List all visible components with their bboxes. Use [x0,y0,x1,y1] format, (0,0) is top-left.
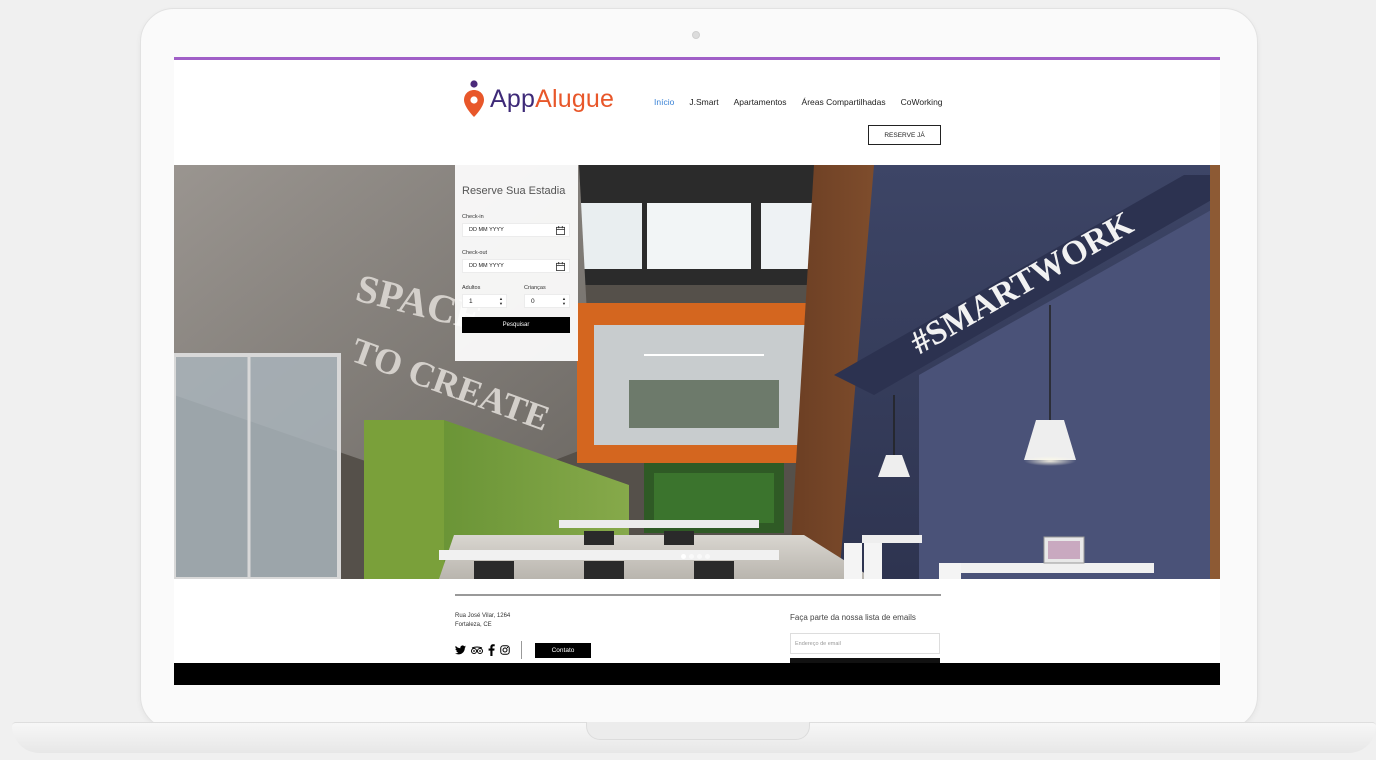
nav-item-coworking[interactable]: CoWorking [901,97,943,107]
logo[interactable]: AppAlugue [464,79,614,119]
checkout-date-field[interactable]: DD MM YYYY [462,259,570,273]
adults-value: 1 [469,297,473,305]
children-label: Crianças [524,285,546,291]
checkin-placeholder: DD MM YYYY [469,227,504,233]
main-nav: Início J.Smart Apartamentos Áreas Compar… [654,97,943,107]
website-screen: AppAlugue Início J.Smart Apartamentos Ár… [174,57,1220,685]
slide-dot[interactable] [689,554,694,559]
booking-title: Reserve Sua Estadia [462,185,566,197]
footer-divider [455,594,941,596]
slideshow-dots [681,554,710,559]
booking-widget: Reserve Sua Estadia Check-in DD MM YYYY … [455,165,578,361]
instagram-icon[interactable] [500,645,510,655]
slide-dot[interactable] [681,554,686,559]
hero-slideshow: SPACE TO CREATE #SMARTWORK [174,165,1220,579]
tripadvisor-icon[interactable] [471,646,483,655]
checkout-placeholder: DD MM YYYY [469,263,504,269]
logo-text-alugue: Alugue [535,84,615,113]
footer-address: Rua José Vilar, 1264 Fortaleza, CE [455,612,510,630]
slide-dot[interactable] [697,554,702,559]
contact-button[interactable]: Contato [535,643,591,658]
children-stepper[interactable]: 0 ▲ ▼ [524,294,570,308]
hero-image: SPACE TO CREATE #SMARTWORK [174,165,1220,579]
nav-item-jsmart[interactable]: J.Smart [689,97,718,107]
calendar-icon[interactable] [556,226,565,235]
nav-item-areas-compartilhadas[interactable]: Áreas Compartilhadas [802,97,886,107]
nav-item-inicio[interactable]: Início [654,97,674,107]
checkin-date-field[interactable]: DD MM YYYY [462,223,570,237]
address-line-2: Fortaleza, CE [455,622,492,628]
social-icons [455,644,510,656]
nav-item-apartamentos[interactable]: Apartamentos [734,97,787,107]
top-accent-bar [174,57,1220,60]
calendar-icon[interactable] [556,262,565,271]
slide-dot[interactable] [705,554,710,559]
newsletter-label: Faça parte da nossa lista de emails [790,613,916,622]
stepper-arrows-icon[interactable]: ▲ ▼ [562,296,566,306]
location-pin-icon [464,80,484,117]
stepper-arrows-icon[interactable]: ▲ ▼ [499,296,503,306]
search-button[interactable]: Pesquisar [462,317,570,333]
address-line-1: Rua José Vilar, 1264 [455,613,511,619]
bottom-black-bar [174,663,1220,685]
reserve-now-button[interactable]: RESERVE JÁ [868,125,941,145]
facebook-icon[interactable] [488,644,495,656]
logo-text-app: App [490,84,536,113]
footer-separator [521,641,522,659]
laptop-camera [692,31,700,39]
adults-label: Adultos [462,285,481,291]
children-value: 0 [531,297,535,305]
twitter-icon[interactable] [455,645,466,655]
email-input[interactable]: Endereço de email [790,633,940,654]
checkout-label: Check-out [462,250,488,256]
checkin-label: Check-in [462,214,484,220]
adults-stepper[interactable]: 1 ▲ ▼ [462,294,507,308]
laptop-notch [586,722,810,740]
logo-text: AppAlugue [490,85,614,114]
